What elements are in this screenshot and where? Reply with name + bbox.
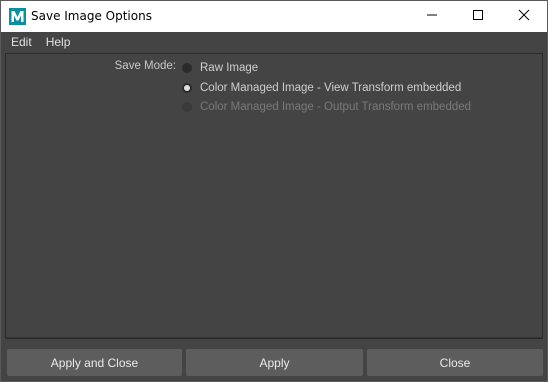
window-close-button[interactable] bbox=[501, 1, 547, 32]
close-icon bbox=[518, 9, 530, 25]
radio-raw-image[interactable]: Raw Image bbox=[182, 59, 258, 77]
radio-button-checked[interactable] bbox=[182, 83, 192, 93]
maximize-button[interactable] bbox=[455, 1, 501, 32]
close-button[interactable]: Close bbox=[367, 349, 543, 376]
button-bar: Apply and Close Apply Close bbox=[7, 349, 543, 376]
save-image-options-window: Save Image Options Edit Help Save Mode: … bbox=[0, 0, 548, 382]
apply-button[interactable]: Apply bbox=[186, 349, 363, 376]
options-panel: Save Mode: Raw Image Color Managed Image… bbox=[5, 53, 543, 339]
radio-view-transform-label: Color Managed Image - View Transform emb… bbox=[200, 82, 462, 94]
maya-m-icon bbox=[9, 8, 26, 25]
radio-raw-image-label: Raw Image bbox=[200, 62, 259, 74]
minimize-icon bbox=[426, 9, 438, 25]
menu-edit[interactable]: Edit bbox=[4, 32, 39, 52]
menu-bar: Edit Help bbox=[1, 32, 547, 52]
apply-and-close-button[interactable]: Apply and Close bbox=[7, 349, 182, 376]
radio-button-disabled bbox=[182, 102, 192, 112]
radio-button-unchecked[interactable] bbox=[182, 63, 192, 73]
maximize-icon bbox=[472, 9, 484, 25]
menu-help[interactable]: Help bbox=[39, 32, 78, 52]
save-mode-label: Save Mode: bbox=[114, 60, 176, 72]
window-title: Save Image Options bbox=[31, 9, 152, 23]
minimize-button[interactable] bbox=[409, 1, 455, 32]
radio-output-transform-label: Color Managed Image - Output Transform e… bbox=[200, 101, 472, 113]
radio-view-transform[interactable]: Color Managed Image - View Transform emb… bbox=[182, 79, 461, 97]
title-bar[interactable]: Save Image Options bbox=[1, 1, 547, 32]
radio-output-transform: Color Managed Image - Output Transform e… bbox=[182, 98, 471, 116]
